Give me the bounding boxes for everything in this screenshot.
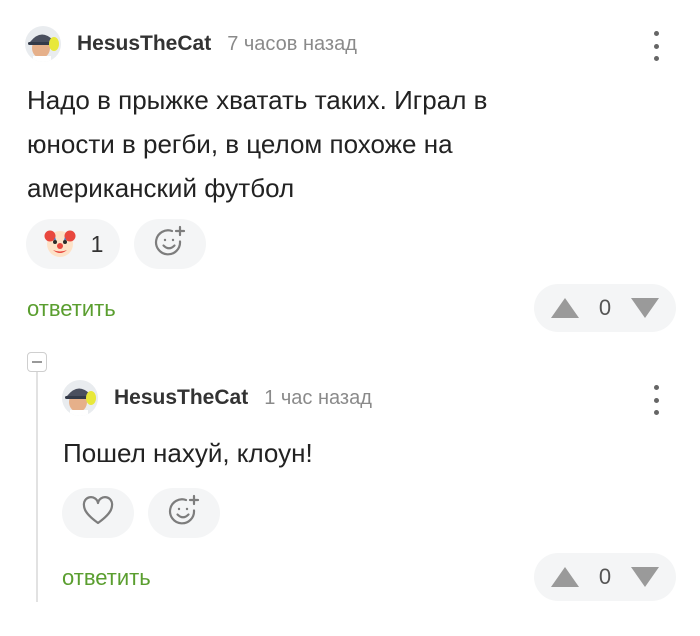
comment-text: Надо в прыжке хватать таких. Играл в юно… xyxy=(27,85,488,203)
comment: HesusTheCat 7 часов назад Надо в прыжке … xyxy=(0,0,700,340)
upvote-icon[interactable] xyxy=(550,297,580,319)
comment-text: Пошел нахуй, клоун! xyxy=(63,438,313,468)
vote-widget: 0 xyxy=(534,553,676,601)
more-options-icon[interactable] xyxy=(652,385,660,415)
reply-comment: HesusTheCat 1 час назад Пошел нахуй, кло… xyxy=(0,340,700,636)
downvote-icon[interactable] xyxy=(630,297,660,319)
comment-header: HesusTheCat 1 час назад xyxy=(62,380,372,416)
upvote-icon[interactable] xyxy=(550,566,580,588)
comment-time[interactable]: 7 часов назад xyxy=(227,33,357,56)
add-reaction-button[interactable] xyxy=(148,488,220,538)
like-button[interactable] xyxy=(62,488,134,538)
vote-count: 0 xyxy=(598,295,612,320)
heart-icon xyxy=(82,495,114,531)
add-emoji-icon xyxy=(153,225,187,264)
comment-header: HesusTheCat 7 часов назад xyxy=(25,26,357,62)
more-options-icon[interactable] xyxy=(652,31,660,61)
reply-button[interactable]: ответить xyxy=(62,565,151,591)
clown-face-icon xyxy=(43,225,77,264)
avatar[interactable] xyxy=(25,26,61,62)
reaction-button[interactable]: 1 xyxy=(26,219,120,269)
avatar[interactable] xyxy=(62,380,98,416)
author-name[interactable]: HesusTheCat xyxy=(114,386,248,410)
vote-count: 0 xyxy=(598,564,612,589)
add-reaction-button[interactable] xyxy=(134,219,206,269)
comment-time[interactable]: 1 час назад xyxy=(264,387,372,410)
downvote-icon[interactable] xyxy=(630,566,660,588)
vote-widget: 0 xyxy=(534,284,676,332)
reaction-count: 1 xyxy=(90,230,104,257)
reply-button[interactable]: ответить xyxy=(27,296,116,322)
add-emoji-icon xyxy=(167,494,201,533)
author-name[interactable]: HesusTheCat xyxy=(77,32,211,56)
